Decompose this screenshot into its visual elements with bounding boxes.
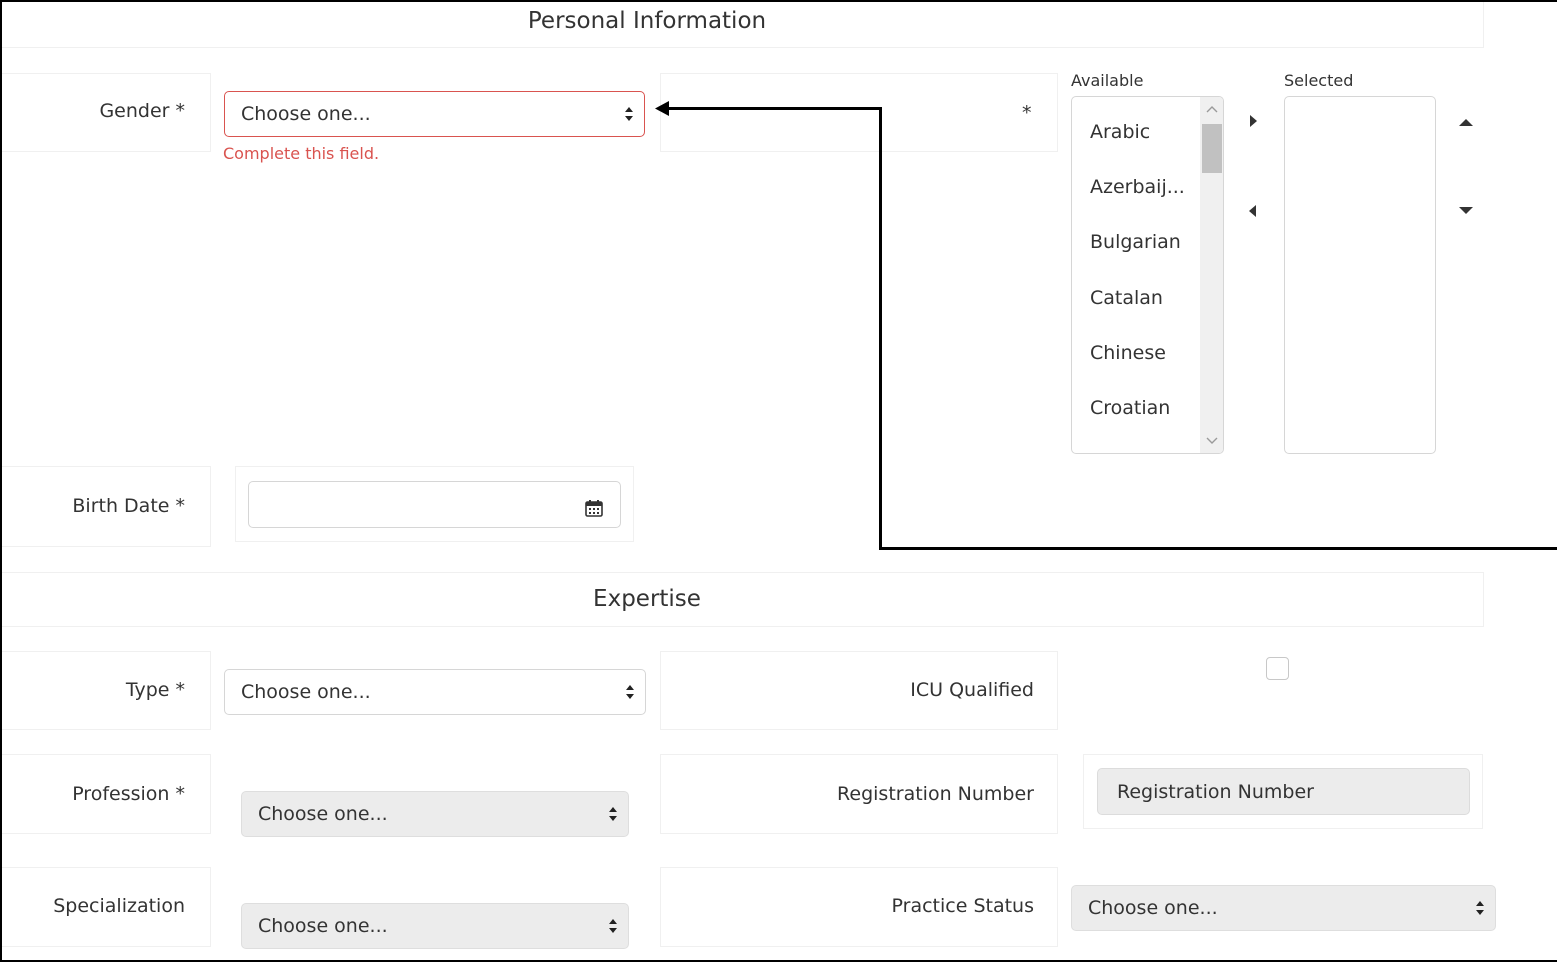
birth-date-label: Birth Date * <box>72 495 185 517</box>
practice-status-select[interactable]: Choose one... <box>1071 885 1496 931</box>
move-right-button[interactable] <box>1243 111 1263 131</box>
gender-error-message: Complete this field. <box>223 144 380 163</box>
annotation-arrowhead-icon <box>655 101 669 116</box>
caret-down-icon <box>1459 207 1473 214</box>
practice-status-select-value: Choose one... <box>1088 897 1218 919</box>
calendar-icon[interactable] <box>585 499 603 517</box>
profession-label: Profession * <box>72 783 185 805</box>
move-down-button[interactable] <box>1456 201 1476 221</box>
language-option[interactable]: Azerbaij... <box>1090 176 1185 198</box>
section-title-expertise: Expertise <box>593 586 701 612</box>
languages-label: * <box>1022 102 1032 124</box>
available-languages-list[interactable]: Arabic Azerbaij... Bulgarian Catalan Chi… <box>1071 96 1224 454</box>
section-title-personal: Personal Information <box>527 8 767 34</box>
select-caret-icon <box>1476 901 1484 915</box>
annotation-arrow-horizontal-bottom <box>879 547 1557 550</box>
icu-qualified-checkbox[interactable] <box>1266 657 1289 680</box>
available-caption: Available <box>1071 71 1144 90</box>
language-option[interactable]: Chinese <box>1090 342 1166 364</box>
practice-status-label: Practice Status <box>891 895 1034 917</box>
profession-select[interactable]: Choose one... <box>241 791 629 837</box>
language-option[interactable]: Catalan <box>1090 287 1163 309</box>
scroll-up-icon[interactable] <box>1204 103 1220 115</box>
language-option[interactable]: Arabic <box>1090 121 1150 143</box>
select-caret-icon <box>625 107 633 121</box>
caret-up-icon <box>1459 119 1473 126</box>
specialization-label: Specialization <box>53 895 185 917</box>
registration-number-label: Registration Number <box>837 783 1034 805</box>
gender-label: Gender * <box>99 100 185 122</box>
select-caret-icon <box>609 807 617 821</box>
caret-right-icon <box>1250 115 1257 127</box>
languages-label-cell <box>660 73 1058 152</box>
annotation-arrow-vertical <box>879 107 882 550</box>
caret-left-icon <box>1249 205 1256 217</box>
select-caret-icon <box>609 919 617 933</box>
scrollbar-thumb[interactable] <box>1202 124 1222 173</box>
language-option[interactable]: Bulgarian <box>1090 231 1181 253</box>
move-left-button[interactable] <box>1243 201 1263 221</box>
gender-select[interactable]: Choose one... <box>224 91 645 137</box>
registration-number-placeholder: Registration Number <box>1117 780 1314 803</box>
profession-select-value: Choose one... <box>258 803 388 825</box>
birth-date-input[interactable] <box>248 481 621 528</box>
type-select[interactable]: Choose one... <box>224 669 646 715</box>
type-select-value: Choose one... <box>241 681 371 703</box>
annotation-arrow-horizontal-top <box>662 107 882 110</box>
registration-number-input[interactable]: Registration Number <box>1097 768 1470 815</box>
type-label: Type * <box>125 679 185 701</box>
select-caret-icon <box>626 685 634 699</box>
scroll-down-icon[interactable] <box>1204 435 1220 447</box>
selected-languages-list[interactable] <box>1284 96 1436 454</box>
move-up-button[interactable] <box>1456 112 1476 132</box>
specialization-select[interactable]: Choose one... <box>241 903 629 949</box>
specialization-select-value: Choose one... <box>258 915 388 937</box>
icu-qualified-label: ICU Qualified <box>910 679 1034 701</box>
selected-caption: Selected <box>1284 71 1354 90</box>
language-option[interactable]: Croatian <box>1090 397 1170 419</box>
gender-select-value: Choose one... <box>241 103 371 125</box>
